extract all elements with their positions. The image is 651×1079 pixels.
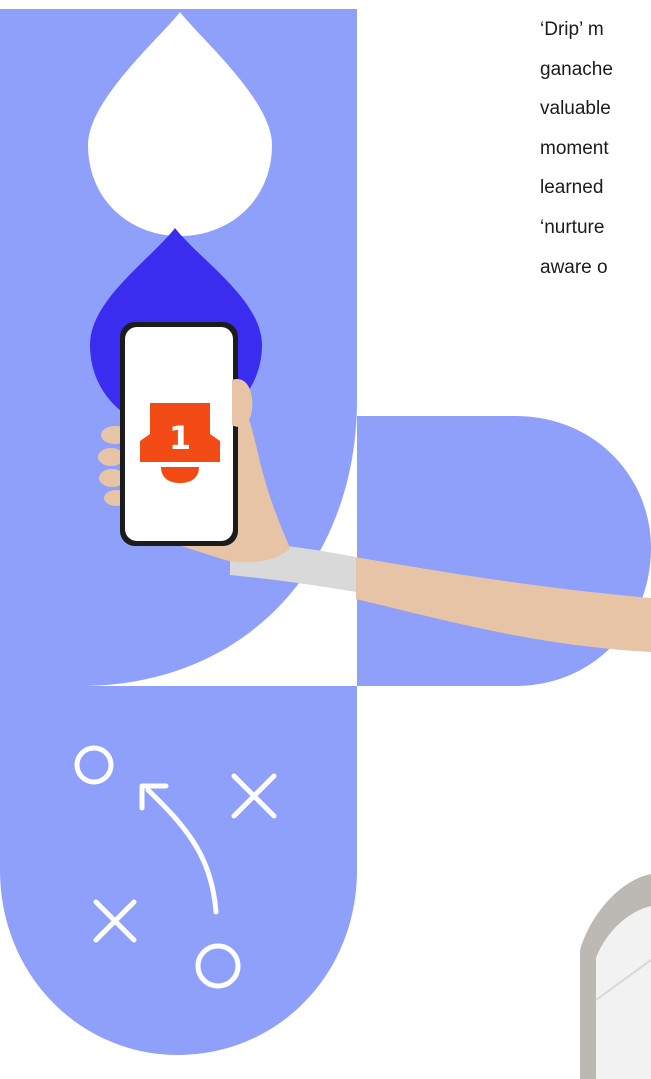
paragraph-line: moment [540,137,609,159]
notification-badge-count: 1 [169,419,191,457]
paragraph-line: aware o [540,256,608,278]
paragraph-line: ‘Drip’ m [540,19,604,40]
periwinkle-tab [0,686,357,1055]
article-paragraph: ‘Drip’ m ganache valuable moment learned… [540,10,651,287]
envelope-icon [580,874,651,1079]
paragraph-line: ‘nurture [540,216,605,238]
paragraph-line: ganache [540,58,613,80]
paragraph-line: learned [540,177,604,199]
paragraph-line: valuable [540,98,611,120]
